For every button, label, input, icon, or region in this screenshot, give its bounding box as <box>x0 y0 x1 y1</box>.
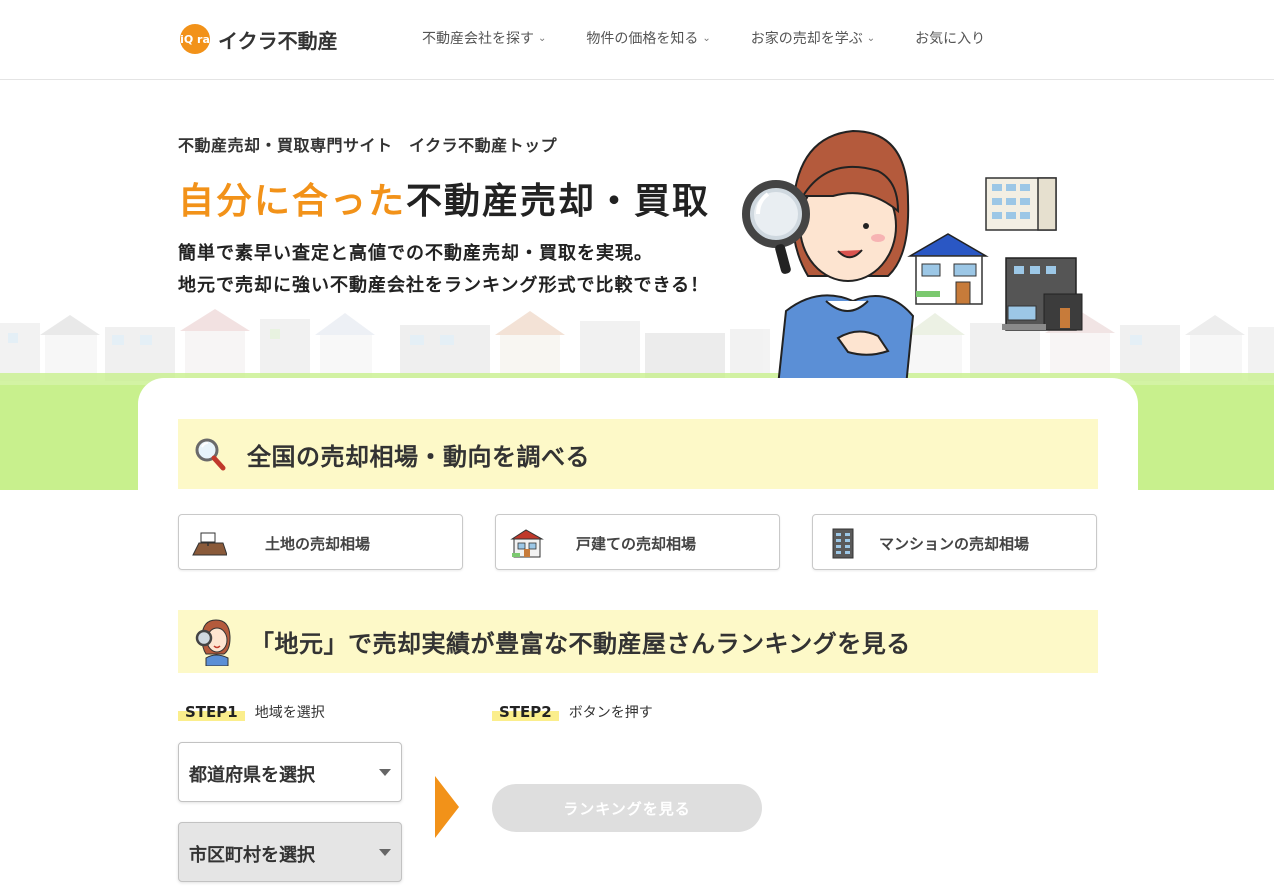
step2-text: ボタンを押す <box>568 705 653 721</box>
dropdown-arrow-icon <box>379 769 391 776</box>
nav-label: お家の売却を学ぶ <box>750 31 863 47</box>
hero-title: 自分に合った不動産売却・買取 <box>178 172 710 224</box>
nav-label: 不動産会社を探す <box>422 31 534 47</box>
step2: STEP2 ボタンを押す <box>492 702 653 722</box>
hero-title-accent: 自分に合った <box>178 181 407 222</box>
chevron-down-icon: ⌄ <box>538 32 547 44</box>
market-tiles: 土地の売却相場 戸建ての売却相場 マンションの売却相場 <box>178 514 1098 570</box>
nav-learn-selling[interactable]: お家の売却を学ぶ ⌄ <box>751 28 875 48</box>
hero-subtitle: 不動産売却・買取専門サイト イクラ不動産トップ <box>178 136 558 155</box>
hero-title-rest: 不動産売却・買取 <box>406 181 711 222</box>
ranking-section-title: 「地元」で売却実績が豊富な不動産屋さんランキングを見る <box>250 630 911 658</box>
tile-land-price[interactable]: 土地の売却相場 <box>178 514 463 570</box>
step1: STEP1 地域を選択 <box>178 702 325 722</box>
logo-text: イクラ不動産 <box>218 28 338 53</box>
nav-find-company[interactable]: 不動産会社を探す ⌄ <box>422 28 546 48</box>
apartment-icon <box>832 528 854 559</box>
tile-apartment-price[interactable]: マンションの売却相場 <box>812 514 1097 570</box>
site-logo[interactable]: iQ ra イクラ不動産 <box>180 24 338 54</box>
view-ranking-button[interactable]: ランキングを見る <box>492 784 762 832</box>
main-nav: 不動産会社を探す ⌄ 物件の価格を知る ⌄ お家の売却を学ぶ ⌄ お気に入り <box>422 28 1025 48</box>
city-select-value: 市区町村を選択 <box>189 845 315 866</box>
chevron-down-icon: ⌄ <box>702 32 711 44</box>
magnifier-icon <box>195 438 226 471</box>
arrow-right-icon <box>435 776 459 838</box>
step1-text: 地域を選択 <box>254 705 325 721</box>
site-header: iQ ra イクラ不動産 不動産会社を探す ⌄ 物件の価格を知る ⌄ お家の売却… <box>0 0 1274 80</box>
prefecture-select-value: 都道府県を選択 <box>189 765 315 786</box>
nav-label: 物件の価格を知る <box>586 31 699 47</box>
market-section-title: 全国の売却相場・動向を調べる <box>247 442 590 471</box>
ranking-section-header: 「地元」で売却実績が豊富な不動産屋さんランキングを見る <box>178 610 1098 673</box>
chevron-down-icon: ⌄ <box>866 32 876 44</box>
nav-label: お気に入り <box>915 31 986 47</box>
tile-label: マンションの売却相場 <box>879 535 1030 553</box>
step2-badge: STEP2 <box>492 703 559 721</box>
main-card: 全国の売却相場・動向を調べる 土地の売却相場 戸建ての売却相場 マンションの売却… <box>138 378 1138 890</box>
tile-label: 土地の売却相場 <box>265 535 371 553</box>
house-icon <box>510 529 544 558</box>
dropdown-arrow-icon <box>379 849 391 856</box>
hero-desc-line2: 地元で売却に強い不動産会社をランキング形式で比較できる！ <box>178 275 710 296</box>
market-section-header: 全国の売却相場・動向を調べる <box>178 419 1098 489</box>
woman-with-magnifier-illustration <box>742 129 1083 386</box>
tile-house-price[interactable]: 戸建ての売却相場 <box>495 514 780 570</box>
logo-mark-icon: iQ ra <box>180 24 210 54</box>
nav-favorites[interactable]: お気に入り <box>915 28 985 48</box>
woman-magnifier-icon <box>195 618 231 666</box>
hero-desc-line1: 簡単で素早い査定と高値での不動産売却・買取を実現。 <box>178 243 653 264</box>
land-icon <box>192 532 227 556</box>
tile-label: 戸建ての売却相場 <box>576 535 697 553</box>
step1-badge: STEP1 <box>178 703 245 721</box>
nav-know-price[interactable]: 物件の価格を知る ⌄ <box>586 28 710 48</box>
hero-description: 簡単で素早い査定と高値での不動産売却・買取を実現。 地元で売却に強い不動産会社を… <box>178 238 709 302</box>
prefecture-select[interactable]: 都道府県を選択 <box>178 742 402 802</box>
city-select[interactable]: 市区町村を選択 <box>178 822 402 882</box>
